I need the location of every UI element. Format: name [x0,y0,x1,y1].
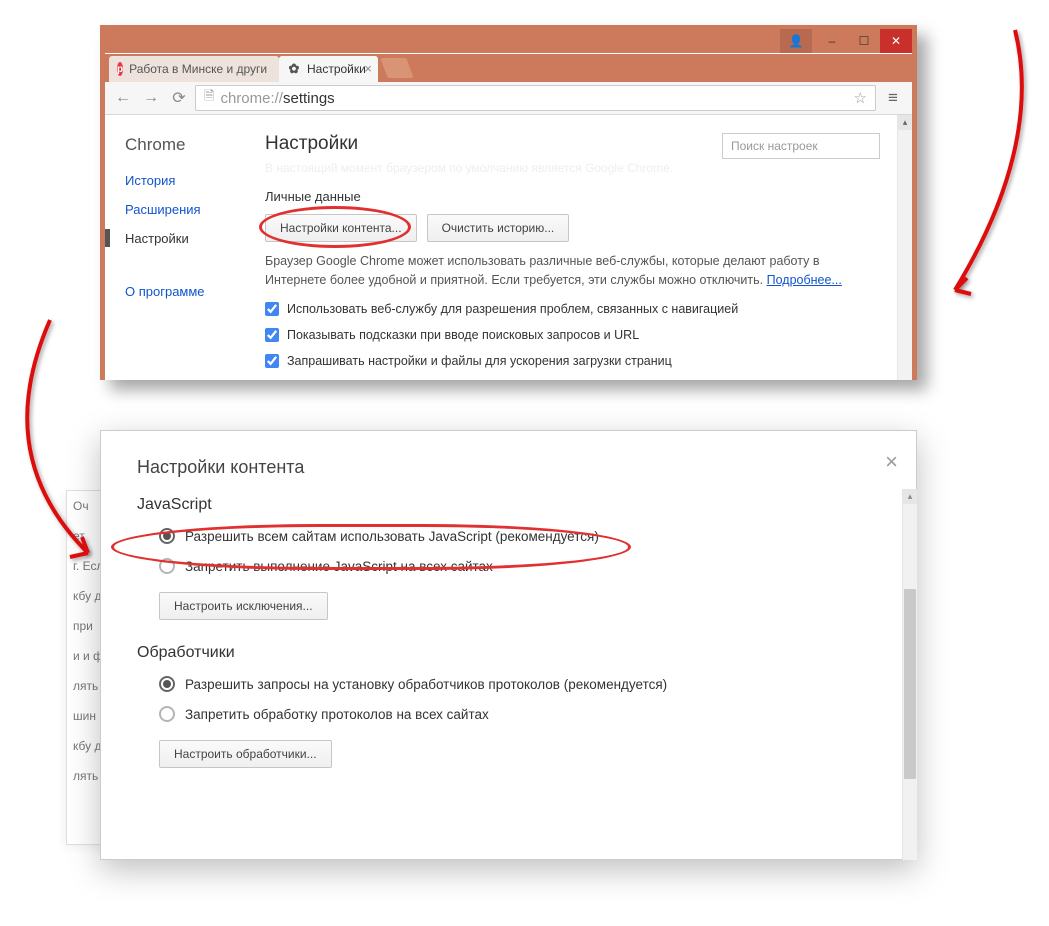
radio-off-icon[interactable] [159,558,175,574]
sidebar-item-about[interactable]: О программе [125,284,255,299]
checkbox-icon[interactable] [265,354,279,368]
sidebar-item-history[interactable]: История [125,173,255,188]
user-icon[interactable]: 👤 [780,29,812,53]
handlers-section-heading: Обработчики [137,644,880,662]
checkbox-icon[interactable] [265,302,279,316]
hamburger-menu-icon[interactable]: ≡ [880,85,906,111]
settings-main: Настройки Поиск настроек В настоящий мом… [255,115,912,380]
chrome-window: 👤 – ☐ ✕ p Работа в Минске и други ✿ Наст… [100,25,917,380]
js-section-heading: JavaScript [137,496,880,514]
checkbox-icon[interactable] [265,328,279,342]
learn-more-link[interactable]: Подробнее... [767,273,842,287]
privacy-description: Браузер Google Chrome может использовать… [265,252,880,290]
tab-close-icon[interactable]: × [364,61,372,76]
dialog-close-icon[interactable]: × [885,449,898,475]
omnibox[interactable]: 🗎 chrome://settings ☆ [195,85,876,111]
tab-label: Работа в Минске и други [129,62,267,76]
dialog-title: Настройки контента [101,431,916,496]
maximize-button[interactable]: ☐ [848,29,880,53]
back-button[interactable]: ← [111,86,135,110]
handlers-configure-button[interactable]: Настроить обработчики... [159,740,332,768]
arrow-annotation-top-right-icon [920,20,1040,310]
sidebar: Chrome История Расширения Настройки О пр… [105,115,255,380]
minimize-button[interactable]: – [816,29,848,53]
dialog-body: JavaScript Разрешить всем сайтам использ… [101,496,916,792]
radio-on-icon[interactable] [159,676,175,692]
toolbar: ← → ⟳ 🗎 chrome://settings ☆ ≡ [105,82,912,115]
tab-label: Настройки [307,62,366,76]
bookmark-star-icon[interactable]: ☆ [854,89,867,107]
check-prefetch[interactable]: Запрашивать настройки и файлы для ускоре… [265,354,880,368]
reload-button[interactable]: ⟳ [167,86,191,110]
check-nav-errors[interactable]: Использовать веб-службу для разрешения п… [265,302,880,316]
address-text: chrome://settings [220,90,334,107]
page-icon: 🗎 [204,87,214,109]
js-exceptions-button[interactable]: Настроить исключения... [159,592,328,620]
radio-on-icon[interactable] [159,528,175,544]
handlers-allow-radio[interactable]: Разрешить запросы на установку обработчи… [159,676,880,692]
tab-settings[interactable]: ✿ Настройки × [279,56,378,82]
tab-bar: p Работа в Минске и други ✿ Настройки × [105,54,912,82]
titlebar: 👤 – ☐ ✕ [105,29,912,53]
gear-icon: ✿ [287,62,301,76]
scroll-up-icon[interactable]: ▴ [898,115,912,130]
new-tab-button[interactable] [380,58,413,78]
settings-body: ▴ Chrome История Расширения Настройки О … [105,115,912,380]
privacy-heading: Личные данные [265,189,880,204]
content-settings-button[interactable]: Настройки контента... [265,214,417,242]
radio-off-icon[interactable] [159,706,175,722]
sidebar-item-extensions[interactable]: Расширения [125,202,255,217]
js-block-radio[interactable]: Запретить выполнение JavaScript на всех … [159,558,880,574]
sidebar-item-settings[interactable]: Настройки [125,231,255,246]
handlers-block-radio[interactable]: Запретить обработку протоколов на всех с… [159,706,880,722]
content-settings-dialog: × Настройки контента JavaScript Разрешит… [100,430,917,860]
close-button[interactable]: ✕ [880,29,912,53]
forward-button[interactable]: → [139,86,163,110]
tab-praca[interactable]: p Работа в Минске и други [109,56,279,82]
default-browser-note: В настоящий момент браузером по умолчани… [265,161,880,175]
chrome-brand: Chrome [125,135,255,155]
check-suggestions[interactable]: Показывать подсказки при вводе поисковых… [265,328,880,342]
js-allow-radio[interactable]: Разрешить всем сайтам использовать JavaS… [159,528,880,544]
praca-favicon-icon: p [117,62,123,76]
clear-history-button[interactable]: Очистить историю... [427,214,570,242]
settings-search-input[interactable]: Поиск настроек [722,133,880,159]
